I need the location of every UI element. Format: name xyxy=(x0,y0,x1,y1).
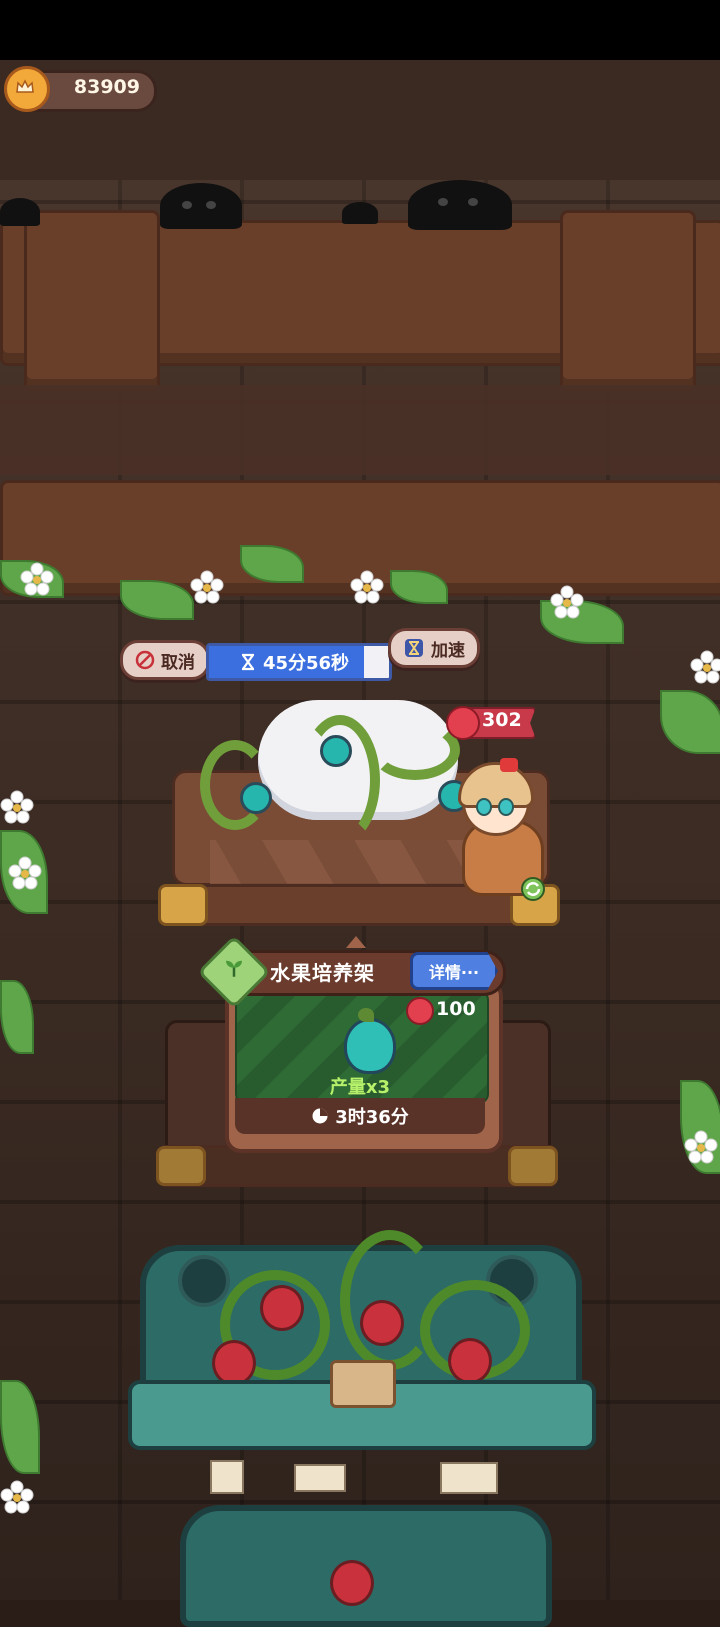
fruit-bulb xyxy=(320,735,352,767)
stock-count: 302 xyxy=(482,709,522,731)
cancel-label: 取消 xyxy=(161,652,195,673)
crown-coin-icon xyxy=(4,66,50,112)
apple-cost: 100 xyxy=(436,998,476,1020)
flower-icon xyxy=(350,570,384,604)
rack-note xyxy=(440,1462,498,1494)
status-bar xyxy=(0,0,720,60)
character-bow xyxy=(500,758,518,772)
tomato-fruit xyxy=(360,1300,404,1346)
fruit-stem xyxy=(358,1008,374,1022)
shadow-creature xyxy=(160,183,242,229)
flower-icon xyxy=(190,570,224,604)
shelf-foot xyxy=(158,884,208,926)
flower-icon xyxy=(0,790,34,824)
character-eye xyxy=(498,798,514,816)
ceiling-post-right xyxy=(560,210,696,392)
sprout-icon xyxy=(226,960,242,977)
apple-icon xyxy=(406,997,434,1025)
flower-icon xyxy=(20,562,54,596)
rack-note xyxy=(210,1460,244,1494)
flower-icon xyxy=(8,856,42,890)
duration-text: 3时36分 xyxy=(335,1107,409,1128)
shadow-creature xyxy=(342,202,378,224)
timer-readout: 45分56秒 xyxy=(214,648,374,676)
speedup-label: 加速 xyxy=(431,640,465,661)
ban-icon xyxy=(135,650,155,670)
clock-icon xyxy=(312,1108,328,1124)
shelf-foot xyxy=(508,1146,558,1186)
speedup-hourglass-icon xyxy=(405,639,423,657)
rack-wheel xyxy=(178,1255,230,1307)
vine-coil xyxy=(300,715,380,845)
pear-fruit-icon xyxy=(344,1018,396,1074)
shadow-creature xyxy=(408,180,512,230)
tomato-fruit xyxy=(330,1560,374,1606)
flower-icon xyxy=(690,650,720,684)
fruit-bulb xyxy=(240,782,272,814)
card-title: 水果培养架 xyxy=(270,961,375,985)
refresh-icon[interactable] xyxy=(520,876,546,902)
yield-label: 产量x3 xyxy=(329,1077,391,1098)
rack-note xyxy=(294,1464,346,1492)
shadow-creature xyxy=(0,198,40,226)
hourglass-icon xyxy=(241,653,254,671)
coin-amount: 83909 xyxy=(73,76,140,98)
detail-button[interactable]: 详情··· xyxy=(410,952,498,990)
flower-icon xyxy=(0,1480,34,1514)
ceiling-post-left xyxy=(24,210,160,392)
flower-icon xyxy=(684,1130,718,1164)
speedup-button[interactable]: 加速 xyxy=(388,628,480,668)
card-pointer xyxy=(346,936,366,948)
shelf-foot xyxy=(156,1146,206,1186)
basket xyxy=(330,1360,396,1408)
character-eye xyxy=(476,798,492,816)
duration-row: 3时36分 xyxy=(235,1098,485,1134)
timer-remaining: 45分56秒 xyxy=(262,653,350,674)
tomato-fruit xyxy=(448,1338,492,1384)
cancel-button[interactable]: 取消 xyxy=(120,640,210,680)
apple-icon xyxy=(446,706,480,740)
tomato-fruit xyxy=(260,1285,304,1331)
ceiling-plank xyxy=(0,385,720,475)
flower-icon xyxy=(550,585,584,619)
